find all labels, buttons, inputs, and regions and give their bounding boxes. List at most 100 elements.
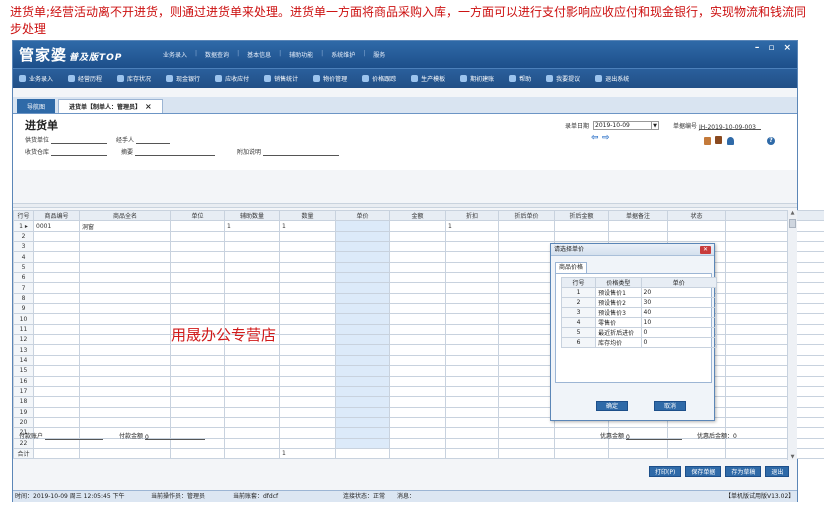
grid-cell[interactable]	[279, 365, 336, 377]
grid-cell[interactable]	[279, 344, 336, 356]
grid-cell[interactable]	[335, 396, 390, 408]
book-icon[interactable]	[715, 136, 722, 144]
cell-qty[interactable]: 1	[279, 220, 336, 232]
grid-cell[interactable]	[389, 406, 446, 418]
table-row[interactable]: 2	[13, 230, 824, 243]
grid-cell[interactable]	[498, 261, 555, 274]
grid-cell[interactable]	[279, 406, 336, 418]
grid-cell[interactable]	[335, 427, 390, 439]
column-header[interactable]: 状态	[667, 209, 726, 222]
grid-cell[interactable]	[445, 334, 499, 346]
cell-amount[interactable]	[389, 220, 446, 232]
grid-cell[interactable]	[335, 365, 390, 377]
grid-cell[interactable]	[279, 375, 336, 387]
grid-cell[interactable]	[170, 272, 225, 284]
grid-cell[interactable]	[335, 261, 390, 274]
grid-cell[interactable]	[279, 272, 336, 284]
toolbar-suggest[interactable]: 我要提议	[546, 74, 580, 83]
warehouse-field[interactable]: 收货仓库	[25, 147, 108, 156]
grid-cell[interactable]	[79, 251, 171, 263]
price-row[interactable]: 1 预设售价1 20	[560, 287, 718, 298]
grid-cell[interactable]	[224, 396, 280, 408]
grid-cell[interactable]	[445, 230, 499, 243]
grid-cell[interactable]	[170, 251, 225, 263]
splitter[interactable]	[13, 203, 797, 208]
grid-cell[interactable]	[498, 251, 555, 263]
pay-account-field[interactable]: 付款账户	[19, 431, 104, 440]
grid-cell[interactable]	[335, 230, 390, 243]
cell-discount[interactable]: 1	[445, 220, 499, 232]
grid-cell[interactable]	[279, 416, 336, 429]
grid-cell[interactable]	[170, 354, 225, 367]
grid-cell[interactable]	[498, 241, 555, 253]
grid-cell[interactable]	[79, 323, 171, 336]
grid-cell[interactable]	[445, 292, 499, 305]
grid-cell[interactable]	[445, 323, 499, 336]
grid-cell[interactable]	[224, 344, 280, 356]
grid-cell[interactable]	[170, 282, 225, 294]
grid-cell[interactable]	[389, 437, 446, 449]
menu-item[interactable]: 业务录入	[163, 50, 187, 59]
grid-cell[interactable]	[498, 354, 555, 367]
grid-cell[interactable]	[224, 416, 280, 429]
grid-cell[interactable]	[224, 282, 280, 294]
grid-cell[interactable]	[33, 406, 80, 418]
grid-cell[interactable]	[279, 385, 336, 398]
toolbar-help[interactable]: 帮助	[509, 74, 531, 83]
grid-cell[interactable]	[335, 323, 390, 336]
price-row[interactable]: 5 最近折后进价 0	[560, 327, 718, 338]
column-header[interactable]: 折后单价	[498, 209, 555, 222]
cell-aux-qty[interactable]: 1	[224, 220, 280, 232]
grid-cell[interactable]	[498, 282, 555, 294]
grid-cell[interactable]	[445, 313, 499, 325]
grid-cell[interactable]	[224, 292, 280, 305]
toolbar-price-mgmt[interactable]: 物价管理	[313, 74, 347, 83]
grid-cell[interactable]	[389, 251, 446, 263]
grid-cell[interactable]	[170, 344, 225, 356]
cell-disc-amount[interactable]	[554, 220, 609, 232]
grid-cell[interactable]	[389, 292, 446, 305]
menu-item[interactable]: 服务	[373, 50, 385, 59]
grid-cell[interactable]	[445, 344, 499, 356]
column-header[interactable]: 单据备注	[608, 209, 668, 222]
toolbar-receivable[interactable]: 应收应付	[215, 74, 249, 83]
toolbar-cash[interactable]: 现金银行	[166, 74, 200, 83]
grid-cell[interactable]	[224, 406, 280, 418]
grid-cell[interactable]	[279, 241, 336, 253]
grid-cell[interactable]	[445, 272, 499, 284]
grid-cell[interactable]	[445, 396, 499, 408]
column-header[interactable]: 单价	[335, 209, 390, 222]
grid-cell[interactable]	[224, 261, 280, 274]
grid-cell[interactable]	[79, 354, 171, 367]
grid-cell[interactable]	[279, 261, 336, 274]
column-header[interactable]: 折后金额	[554, 209, 609, 222]
grid-cell[interactable]	[498, 396, 555, 408]
grid-cell[interactable]	[170, 396, 225, 408]
grid-cell[interactable]	[498, 303, 555, 315]
grid-cell[interactable]	[224, 303, 280, 315]
save-button[interactable]: 保存单据	[685, 466, 722, 477]
price-row[interactable]: 6 库存均价 0	[560, 337, 718, 348]
grid-cell[interactable]	[33, 334, 80, 346]
grid-cell[interactable]	[498, 344, 555, 356]
grid-cell[interactable]	[445, 375, 499, 387]
date-input[interactable]: 2019-10-09 ▼	[593, 121, 659, 130]
grid-cell[interactable]	[33, 416, 80, 429]
grid-cell[interactable]	[170, 303, 225, 315]
grid-cell[interactable]	[170, 313, 225, 325]
grid-cell[interactable]	[33, 251, 80, 263]
grid-cell[interactable]	[224, 272, 280, 284]
dialog-cancel-button[interactable]: 取消	[654, 401, 686, 411]
grid-cell[interactable]	[224, 437, 280, 449]
dialog-ok-button[interactable]: 确定	[596, 401, 628, 411]
grid-cell[interactable]	[224, 313, 280, 325]
grid-cell[interactable]	[335, 334, 390, 346]
column-header[interactable]: 折扣	[445, 209, 499, 222]
price-row[interactable]: 4 零售价 10	[560, 317, 718, 328]
grid-cell[interactable]	[445, 385, 499, 398]
grid-cell[interactable]	[279, 303, 336, 315]
extra-info-field[interactable]: 附加说明	[237, 147, 340, 156]
grid-cell[interactable]	[279, 313, 336, 325]
grid-cell[interactable]	[389, 303, 446, 315]
grid-cell[interactable]	[170, 292, 225, 305]
